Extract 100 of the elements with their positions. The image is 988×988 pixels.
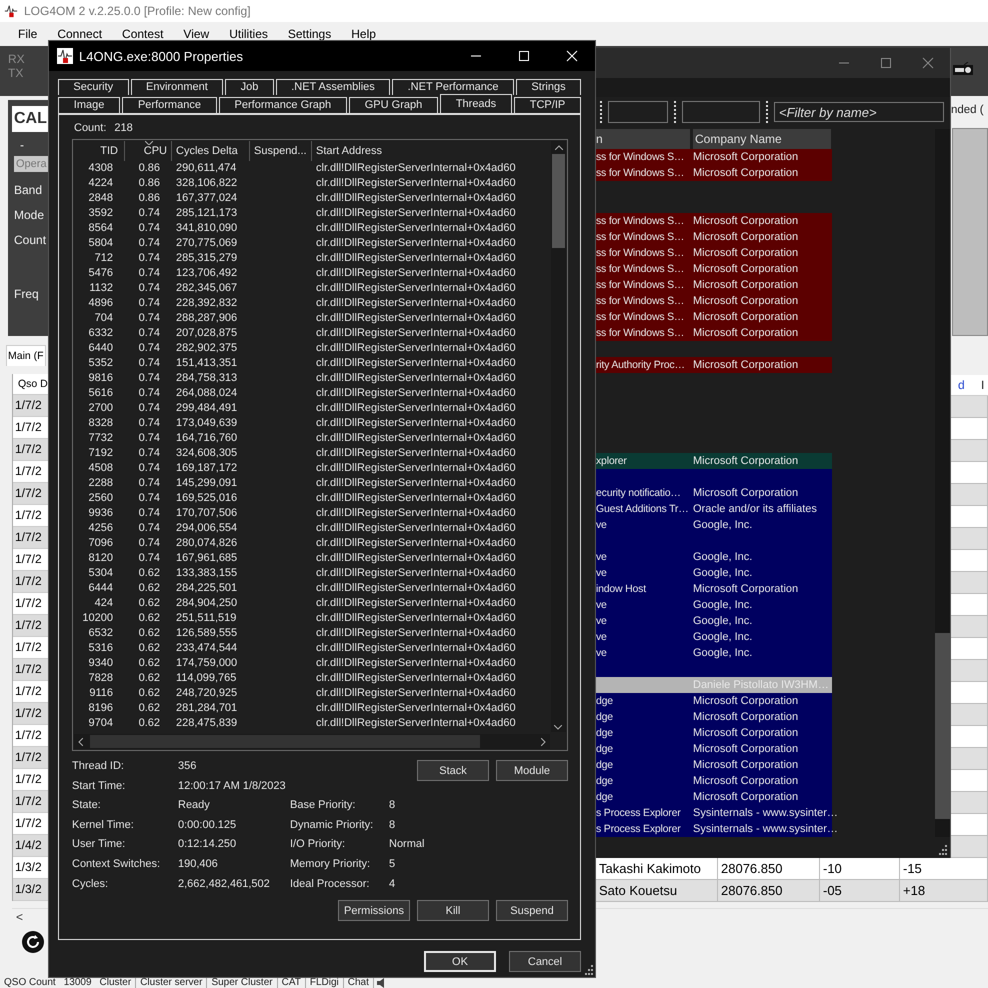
table-cell: dge (596, 727, 613, 740)
menu-item[interactable]: Contest (112, 27, 174, 41)
column-header[interactable]: CPU (125, 141, 172, 161)
process-row[interactable]: dge Microsoft Corporation (596, 725, 832, 742)
column-header[interactable]: Suspend... (250, 141, 312, 161)
process-row[interactable]: ve Google, Inc. (596, 629, 832, 646)
process-row[interactable]: ss for Windows S… Microsoft Corporation (596, 325, 832, 342)
process-row[interactable]: ve Google, Inc. (596, 517, 832, 534)
scroll-up-icon[interactable] (554, 145, 562, 150)
resize-grip-icon[interactable] (583, 965, 593, 975)
scrollbar-thumb[interactable] (552, 154, 565, 248)
column-header[interactable]: I (981, 378, 984, 392)
menu-item[interactable]: View (173, 27, 220, 41)
tab[interactable]: Security (58, 79, 129, 95)
radio-icon[interactable] (952, 62, 974, 76)
process-row[interactable]: indow Host Microsoft Corporation (596, 581, 832, 598)
process-row[interactable]: ss for Windows S… Microsoft Corporation (596, 277, 832, 294)
resize-grip-icon[interactable] (937, 844, 947, 855)
process-row[interactable] (596, 661, 832, 678)
scroll-left-arrow[interactable]: < (12, 909, 28, 926)
tab[interactable]: .NET Performance (392, 79, 514, 95)
process-row[interactable]: dge Microsoft Corporation (596, 741, 832, 758)
tab[interactable]: Job (225, 79, 274, 95)
table-cell-text: 282,902,375 (175, 341, 238, 356)
table-cell: ss for Windows S… (596, 247, 684, 260)
table-cell: dge (596, 695, 613, 708)
process-row[interactable]: dge Microsoft Corporation (596, 709, 832, 726)
menu-item[interactable]: File (8, 27, 48, 41)
table-cell-text: 285,315,279 (175, 251, 238, 266)
tab[interactable]: GPU Graph (348, 97, 438, 113)
process-row[interactable]: dge Microsoft Corporation (596, 693, 832, 710)
process-row[interactable]: ss for Windows S… Microsoft Corporation (596, 245, 832, 262)
table-cell-text: 6444 (88, 581, 114, 596)
menu-item[interactable]: Connect (47, 27, 112, 41)
process-row[interactable]: ss for Windows S… Microsoft Corporation (596, 213, 832, 230)
column-header[interactable]: Start Address (312, 141, 542, 161)
toolbar-field[interactable] (608, 101, 668, 124)
scrollbar-thumb[interactable] (935, 633, 950, 820)
process-row[interactable]: dge Microsoft Corporation (596, 789, 832, 806)
dialog-button[interactable]: Module (496, 760, 568, 781)
table-cell-text: 133,383,155 (175, 566, 238, 581)
vertical-scrollbar[interactable] (935, 129, 950, 838)
process-row[interactable]: rity Authority Proc… Microsoft Corporation (596, 357, 832, 374)
tab[interactable]: Image (58, 97, 120, 113)
process-row[interactable]: ve Google, Inc. (596, 565, 832, 582)
dialog-button[interactable]: Suspend (496, 900, 568, 922)
process-row[interactable]: ss for Windows S… Microsoft Corporation (596, 293, 832, 310)
table-cell: Google, Inc. (693, 599, 752, 612)
filter-field[interactable]: <Filter by name> (774, 102, 944, 122)
scroll-right-icon[interactable] (541, 738, 546, 746)
menu-item[interactable]: Utilities (219, 27, 278, 41)
dialog-button[interactable]: Permissions (338, 900, 410, 922)
scroll-left-icon[interactable] (78, 738, 83, 746)
tab[interactable]: Strings (516, 79, 582, 95)
column-header[interactable]: Company Name (693, 129, 831, 150)
process-row[interactable]: ss for Windows S… Microsoft Corporation (596, 165, 832, 182)
tab[interactable]: Main (F (6, 345, 46, 366)
column-header[interactable]: Cycles Delta (172, 141, 250, 161)
process-row[interactable]: dge Microsoft Corporation (596, 773, 832, 790)
column-header[interactable]: TID (73, 141, 125, 161)
menu-item[interactable]: Settings (278, 27, 342, 41)
dialog-button[interactable]: OK (424, 951, 496, 972)
process-row[interactable]: ss for Windows S… Microsoft Corporation (596, 309, 832, 326)
process-row[interactable]: ve Google, Inc. (596, 613, 832, 630)
process-row[interactable]: ss for Windows S… Microsoft Corporation (596, 149, 832, 166)
tab[interactable]: .NET Assemblies (276, 79, 390, 95)
table-cell: rity Authority Proc… (596, 359, 685, 372)
table-cell-text: 0.74 (138, 296, 161, 311)
process-row[interactable]: ecurity notificatio… Microsoft Corporation (596, 485, 832, 502)
dialog-button[interactable]: Cancel (509, 951, 581, 972)
horizontal-scrollbar[interactable] (74, 734, 550, 749)
dialog-button[interactable]: Kill (417, 900, 489, 922)
scrollbar-thumb[interactable] (90, 735, 480, 748)
process-row[interactable]: Guest Additions Tr… Oracle and/or its affiliates (596, 501, 832, 518)
process-row[interactable]: ve Google, Inc. (596, 645, 832, 662)
table-cell-text: 2560 (88, 491, 114, 506)
tab[interactable]: Threads (440, 94, 512, 113)
refresh-icon[interactable] (21, 930, 45, 954)
tab[interactable]: TCP/IP (514, 97, 582, 113)
dialog-button[interactable]: Stack (417, 760, 489, 781)
scroll-down-icon[interactable] (554, 725, 562, 730)
tab[interactable]: Performance (122, 97, 217, 113)
process-row[interactable]: ss for Windows S… Microsoft Corporation (596, 261, 832, 278)
table-cell-text: 0.74 (138, 341, 161, 356)
detail-label: Start Time: (72, 778, 126, 794)
process-row[interactable]: xplorer Microsoft Corporation (596, 453, 832, 470)
process-row[interactable]: ve Google, Inc. (596, 549, 832, 566)
tab[interactable]: Environment (130, 79, 224, 95)
process-row[interactable]: ss for Windows S… Microsoft Corporation (596, 229, 832, 246)
column-header[interactable]: n (596, 129, 690, 150)
table-cell-text: 284,758,313 (175, 371, 238, 386)
detail-value: 190,406 (178, 856, 218, 872)
process-row[interactable]: ve Google, Inc. (596, 597, 832, 614)
tab[interactable]: Performance Graph (218, 97, 347, 113)
process-row[interactable]: dge Microsoft Corporation (596, 757, 832, 774)
toolbar-field[interactable] (682, 101, 760, 124)
column-header[interactable]: d (958, 378, 965, 392)
menu-item[interactable]: Help (341, 27, 386, 41)
table-cell: ss for Windows S… (596, 215, 684, 228)
vertical-scrollbar[interactable] (551, 141, 566, 732)
